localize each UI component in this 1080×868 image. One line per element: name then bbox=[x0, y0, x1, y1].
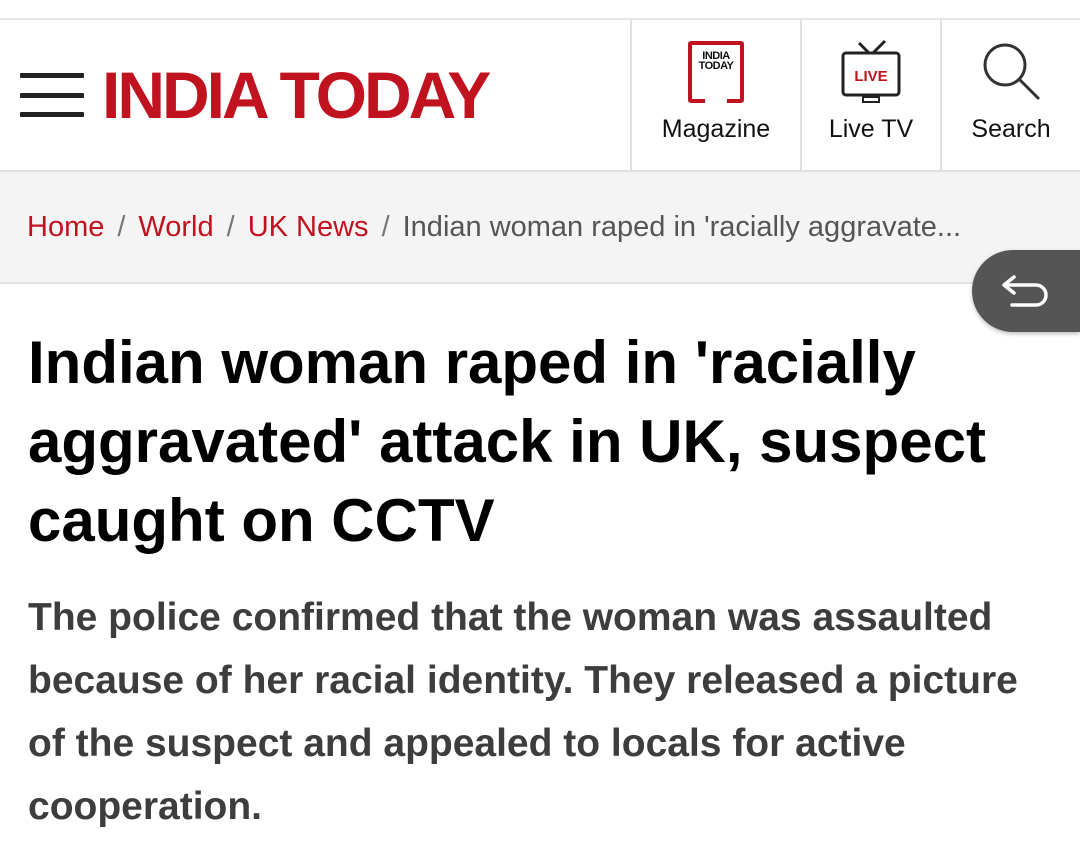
back-arrow-icon bbox=[1002, 275, 1048, 307]
back-button[interactable] bbox=[972, 250, 1080, 332]
site-header: INDIA TODAY INDIA TODAY Magazine LIVE Li… bbox=[0, 20, 1080, 172]
live-tv-link[interactable]: LIVE Live TV bbox=[800, 20, 940, 170]
svg-text:LIVE: LIVE bbox=[854, 68, 887, 85]
breadcrumb-home[interactable]: Home bbox=[27, 211, 104, 244]
magazine-icon: INDIA TODAY bbox=[688, 41, 744, 103]
magazine-link[interactable]: INDIA TODAY Magazine bbox=[630, 20, 800, 170]
search-icon bbox=[983, 43, 1041, 101]
search-label: Search bbox=[971, 115, 1051, 143]
magazine-label: Magazine bbox=[661, 115, 771, 143]
article-headline: Indian woman raped in 'racially aggravat… bbox=[28, 329, 986, 554]
breadcrumb-separator: / bbox=[117, 210, 126, 243]
breadcrumb-world[interactable]: World bbox=[138, 211, 213, 244]
hamburger-menu-icon[interactable] bbox=[20, 73, 84, 117]
search-link[interactable]: Search bbox=[940, 20, 1080, 170]
breadcrumb-separator: / bbox=[381, 210, 390, 243]
breadcrumb-separator: / bbox=[226, 210, 235, 243]
article-summary: The police confirmed that the woman was … bbox=[28, 596, 1018, 828]
top-strip bbox=[0, 0, 1080, 20]
brand-area: INDIA TODAY bbox=[0, 20, 630, 170]
breadcrumb: Home / World / UK News / Indian woman ra… bbox=[0, 172, 1080, 284]
live-tv-label: Live TV bbox=[828, 115, 914, 143]
site-logo[interactable]: INDIA TODAY bbox=[102, 62, 491, 128]
live-tv-icon: LIVE bbox=[841, 39, 901, 103]
breadcrumb-current: Indian woman raped in 'racially aggravat… bbox=[402, 210, 962, 243]
breadcrumb-uk-news[interactable]: UK News bbox=[248, 211, 369, 244]
